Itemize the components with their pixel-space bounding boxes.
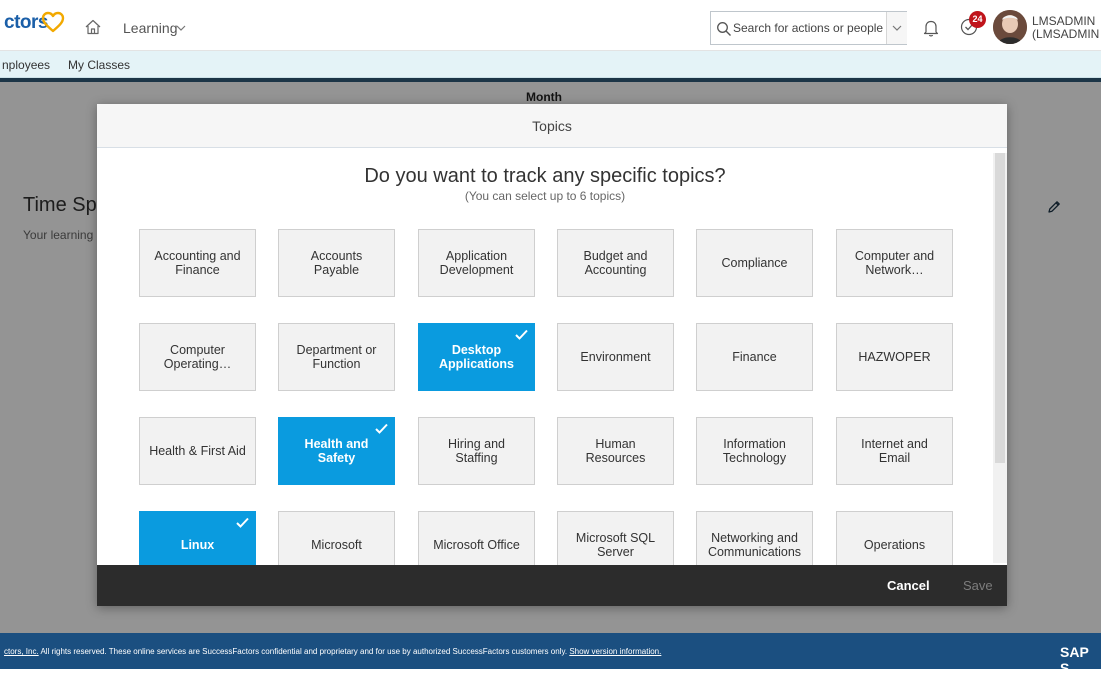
footer-text: ctors, Inc. All rights reserved. These o… (4, 647, 661, 656)
topic-label: Finance (732, 350, 777, 364)
topic-tile[interactable]: Hiring and Staffing (418, 417, 535, 485)
chevron-down-icon[interactable] (176, 24, 186, 32)
sap-brand: SAP S (1060, 644, 1089, 673)
topic-label: Compliance (721, 256, 788, 270)
topic-tile[interactable]: Computer Operating… (139, 323, 256, 391)
topic-label: Networking and Communications (707, 531, 802, 559)
topic-label: Microsoft Office (433, 538, 520, 552)
topic-tile[interactable]: Desktop Applications (418, 323, 535, 391)
topic-tile[interactable]: Compliance (696, 229, 813, 297)
topic-label: Department or Function (296, 343, 377, 371)
topic-tile[interactable]: Accounts Payable (278, 229, 395, 297)
topic-tile[interactable]: Finance (696, 323, 813, 391)
page-footer: ctors, Inc. All rights reserved. These o… (0, 633, 1101, 673)
topic-tile[interactable]: Health & First Aid (139, 417, 256, 485)
show-version-link[interactable]: Show version information. (569, 647, 661, 656)
topic-label: Microsoft (311, 538, 362, 552)
dialog-header: Topics (97, 104, 1007, 148)
dialog-footer: Cancel Save (97, 565, 1007, 606)
scrollbar-thumb[interactable] (995, 153, 1005, 463)
checkmark-icon (236, 517, 249, 528)
topic-tile[interactable]: Human Resources (557, 417, 674, 485)
topic-tile[interactable]: Computer and Network… (836, 229, 953, 297)
topic-tile[interactable]: Internet and Email (836, 417, 953, 485)
search-input[interactable] (733, 13, 883, 43)
search-icon (717, 22, 731, 36)
topic-tile[interactable]: Application Development (418, 229, 535, 297)
dialog-body: Do you want to track any specific topics… (97, 148, 1007, 565)
topics-question: Do you want to track any specific topics… (364, 165, 726, 187)
dialog-title: Topics (532, 118, 572, 134)
subnav-item-employees[interactable]: nployees (2, 58, 50, 72)
topic-label: Computer Operating… (163, 343, 232, 371)
topic-label: Budget and Accounting (583, 249, 648, 277)
subnav-item-my-classes[interactable]: My Classes (68, 58, 130, 72)
topic-label: Environment (580, 350, 651, 364)
topics-hint: (You can select up to 6 topics) (464, 189, 626, 203)
topic-tile[interactable]: Operations (836, 511, 953, 565)
topic-tile[interactable]: Environment (557, 323, 674, 391)
topic-label: Desktop Applications (438, 343, 514, 371)
topic-tile[interactable]: Microsoft (278, 511, 395, 565)
topic-tile[interactable]: Accounting and Finance (139, 229, 256, 297)
topic-label: Health & First Aid (149, 444, 246, 458)
topic-label: Operations (863, 538, 926, 552)
cancel-button[interactable]: Cancel (887, 565, 930, 606)
user-name[interactable]: LMSADMIN (LMSADMIN (1032, 15, 1099, 41)
topic-label: Health and Safety (304, 437, 369, 465)
topic-label: Application Development (439, 249, 514, 277)
footer-legal-text: All rights reserved. These online servic… (38, 647, 570, 656)
user-name-line2: (LMSADMIN (1032, 27, 1100, 41)
topic-tile[interactable]: Microsoft SQL Server (557, 511, 674, 565)
heart-logo-icon[interactable] (41, 11, 65, 33)
topic-label: Computer and Network… (854, 249, 935, 277)
topic-tile[interactable]: Information Technology (696, 417, 813, 485)
topic-label: Microsoft SQL Server (575, 531, 656, 559)
topic-tile[interactable]: Department or Function (278, 323, 395, 391)
bell-icon[interactable] (922, 18, 940, 38)
topic-label: Internet and Email (861, 437, 928, 465)
search-box (710, 11, 907, 45)
topic-label: Information Technology (722, 437, 787, 465)
search-dropdown-button[interactable] (886, 12, 907, 44)
checkmark-icon (515, 329, 528, 340)
top-header: ctors Learning 24 (0, 0, 1101, 51)
topics-dialog: Topics Do you want to track any specific… (97, 104, 1007, 606)
topic-label: Linux (180, 538, 215, 552)
dialog-scrollbar[interactable] (993, 153, 1007, 563)
topic-tile[interactable]: Budget and Accounting (557, 229, 674, 297)
topic-tile[interactable]: Microsoft Office (418, 511, 535, 565)
save-button[interactable]: Save (963, 565, 993, 606)
avatar[interactable] (993, 10, 1027, 44)
topic-tile[interactable]: Linux (139, 511, 256, 565)
sub-navigation: nployees My Classes (0, 51, 1101, 78)
company-link[interactable]: ctors, Inc. (4, 647, 39, 656)
topic-label: HAZWOPER (858, 350, 931, 364)
checkmark-icon (375, 423, 388, 434)
module-switcher[interactable]: Learning (123, 20, 178, 36)
chevron-down-icon (892, 25, 902, 31)
topic-label: Accounts Payable (310, 249, 363, 277)
topic-label: Human Resources (585, 437, 646, 465)
user-photo-icon (993, 10, 1027, 44)
home-icon[interactable] (84, 18, 102, 36)
topic-tile[interactable]: Networking and Communications (696, 511, 813, 565)
topic-tile[interactable]: HAZWOPER (836, 323, 953, 391)
topic-tile[interactable]: Health and Safety (278, 417, 395, 485)
topic-label: Accounting and Finance (154, 249, 241, 277)
todo-count-badge: 24 (969, 11, 986, 28)
topic-label: Hiring and Staffing (448, 437, 505, 465)
